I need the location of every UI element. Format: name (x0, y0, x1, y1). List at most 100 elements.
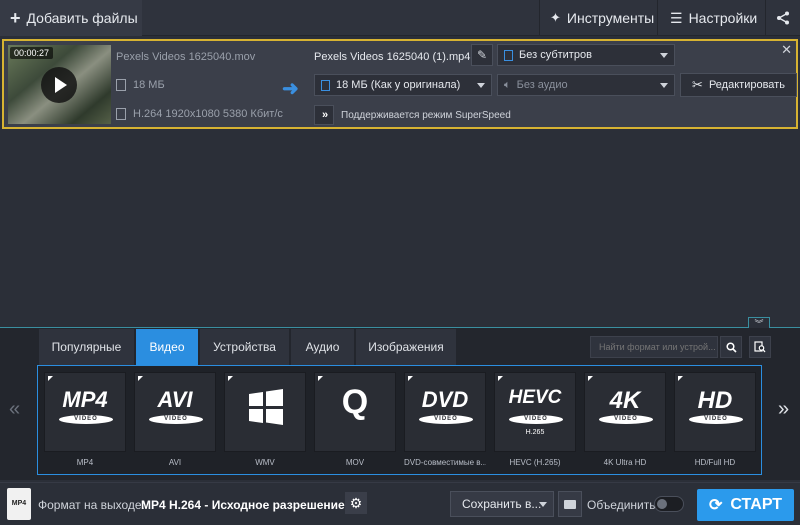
edit-label: Редактировать (708, 79, 785, 91)
pencil-icon: ✎ (476, 48, 488, 62)
output-size-dropdown[interactable]: 18 МБ (Как у оригинала) (314, 74, 492, 96)
source-filename: Pexels Videos 1625040.mov (116, 51, 256, 63)
format-tile-hevc[interactable]: HEVC VIDEO H.265 (494, 372, 576, 452)
hevc-logo: HEVC (508, 387, 562, 408)
file-card[interactable]: 00:00:27 Pexels Videos 1625040.mov 18 МБ… (2, 39, 798, 129)
save-to-dropdown[interactable]: Сохранить в... (450, 491, 554, 517)
chevron-down-icon (660, 83, 668, 88)
format-label-avi: AVI (168, 458, 182, 467)
hd-logo: HD (697, 387, 733, 414)
corner-marker (48, 376, 53, 381)
corner-marker (498, 376, 503, 381)
device-search-icon (754, 341, 766, 353)
dvd-logo: DVD (421, 387, 469, 412)
settings-label: Настройки (688, 10, 758, 26)
close-icon[interactable]: ✕ (781, 42, 792, 58)
corner-marker (588, 376, 593, 381)
scissors-icon: ✂ (692, 77, 703, 92)
format-tile-4k[interactable]: 4K VIDEO (584, 372, 666, 452)
format-tile-dvd[interactable]: DVD VIDEO (404, 372, 486, 452)
tab-video[interactable]: Видео (136, 329, 199, 365)
format-label-mp4: MP4 (76, 458, 94, 467)
share-icon (777, 11, 789, 25)
windows-logo-icon (249, 389, 283, 425)
format-label-dvd: DVD-совместимые в... (404, 458, 486, 467)
scroll-left-button[interactable]: « (9, 398, 20, 421)
tab-audio[interactable]: Аудио (291, 329, 355, 365)
settings-button[interactable]: ☰ Настройки (657, 0, 764, 36)
quicktime-logo: Q (341, 383, 369, 421)
format-search-input[interactable] (590, 336, 718, 358)
format-tile-hd[interactable]: HD VIDEO (674, 372, 756, 452)
detect-device-button[interactable] (749, 336, 771, 358)
play-icon[interactable] (41, 67, 77, 103)
magic-wand-icon: ✦ (550, 10, 561, 25)
top-toolbar: + Добавить файлы ✦ Инструменты ☰ Настрой… (0, 0, 800, 36)
format-label-4k: 4K Ultra HD (603, 458, 647, 467)
add-files-label: Добавить файлы (26, 10, 138, 26)
format-tile-mov[interactable]: Q (314, 372, 396, 452)
format-tile-mp4[interactable]: MP4 VIDEO (44, 372, 126, 452)
search-icon (725, 341, 737, 353)
corner-marker (228, 376, 233, 381)
superspeed-info: » Поддерживается режим SuperSpeed (314, 104, 511, 126)
video-badge: VIDEO (689, 415, 743, 424)
corner-marker (318, 376, 323, 381)
scroll-right-button[interactable]: » (778, 398, 789, 421)
source-codec-value: H.264 1920x1080 5380 Кбит/с (133, 108, 283, 120)
video-thumbnail[interactable]: 00:00:27 (8, 45, 111, 124)
format-tile-avi[interactable]: AVI VIDEO (134, 372, 216, 452)
avi-logo: AVI (157, 387, 193, 412)
subtitles-dropdown[interactable]: Без субтитров (497, 44, 675, 66)
chevron-down-icon (477, 83, 485, 88)
format-panel: Популярные Видео Устройства Аудио Изобра… (0, 328, 800, 480)
open-folder-button[interactable] (558, 491, 582, 517)
search-button[interactable] (720, 336, 742, 358)
edit-button[interactable]: ✂ Редактировать (680, 73, 797, 97)
chevron-down-icon (539, 502, 547, 507)
tab-popular[interactable]: Популярные (39, 329, 135, 365)
corner-marker (138, 376, 143, 381)
file-icon (116, 79, 126, 91)
video-badge: VIDEO (419, 415, 473, 424)
merge-label: Объединить: (587, 498, 659, 512)
superspeed-icon: » (314, 105, 334, 125)
output-filename[interactable]: Pexels Videos 1625040 (1).mp4 (314, 51, 470, 63)
format-tiles: MP4 VIDEO MP4 AVI VIDEO AVI WMV Q MOV DV… (37, 365, 762, 475)
corner-marker (678, 376, 683, 381)
format-label-hd: HD/Full HD (694, 458, 736, 467)
gear-icon: ⚙ (349, 494, 363, 511)
format-label-mov: MOV (345, 458, 365, 467)
format-settings-button[interactable]: ⚙ (345, 492, 367, 514)
video-badge: VIDEO (59, 415, 113, 424)
source-size-value: 18 МБ (133, 79, 165, 91)
rename-button[interactable]: ✎ (471, 44, 493, 66)
source-size: 18 МБ (116, 79, 165, 91)
output-format-label: Формат на выходе: (38, 498, 145, 512)
bottom-bar: MP4 Формат на выходе: MP4 H.264 - Исходн… (0, 482, 800, 525)
file-icon (321, 79, 330, 91)
subtitles-value: Без субтитров (519, 49, 592, 61)
video-badge: VIDEO (599, 415, 653, 424)
corner-marker (408, 376, 413, 381)
start-button[interactable]: ⟳ СТАРТ (697, 489, 794, 521)
start-label: СТАРТ (730, 496, 783, 513)
tools-label: Инструменты (566, 10, 655, 26)
tab-devices[interactable]: Устройства (200, 329, 290, 365)
output-size-value: 18 МБ (Как у оригинала) (336, 79, 461, 91)
format-label-hevc: HEVC (H.265) (509, 458, 561, 467)
merge-toggle[interactable] (654, 496, 684, 512)
save-to-label: Сохранить в... (462, 497, 542, 511)
convert-arrow-icon: ➜ (282, 78, 299, 100)
chevron-down-icon (660, 53, 668, 58)
video-codec-icon (116, 108, 126, 120)
tools-button[interactable]: ✦ Инструменты (539, 0, 656, 36)
add-files-button[interactable]: + Добавить файлы (0, 0, 142, 36)
plus-icon: + (10, 7, 21, 28)
toggle-knob (657, 499, 667, 509)
share-button[interactable] (765, 0, 800, 36)
tab-images[interactable]: Изображения (356, 329, 457, 365)
superspeed-label: Поддерживается режим SuperSpeed (341, 109, 511, 121)
audio-dropdown[interactable]: 🔈︎ Без аудио (497, 74, 675, 96)
format-tile-wmv[interactable] (224, 372, 306, 452)
